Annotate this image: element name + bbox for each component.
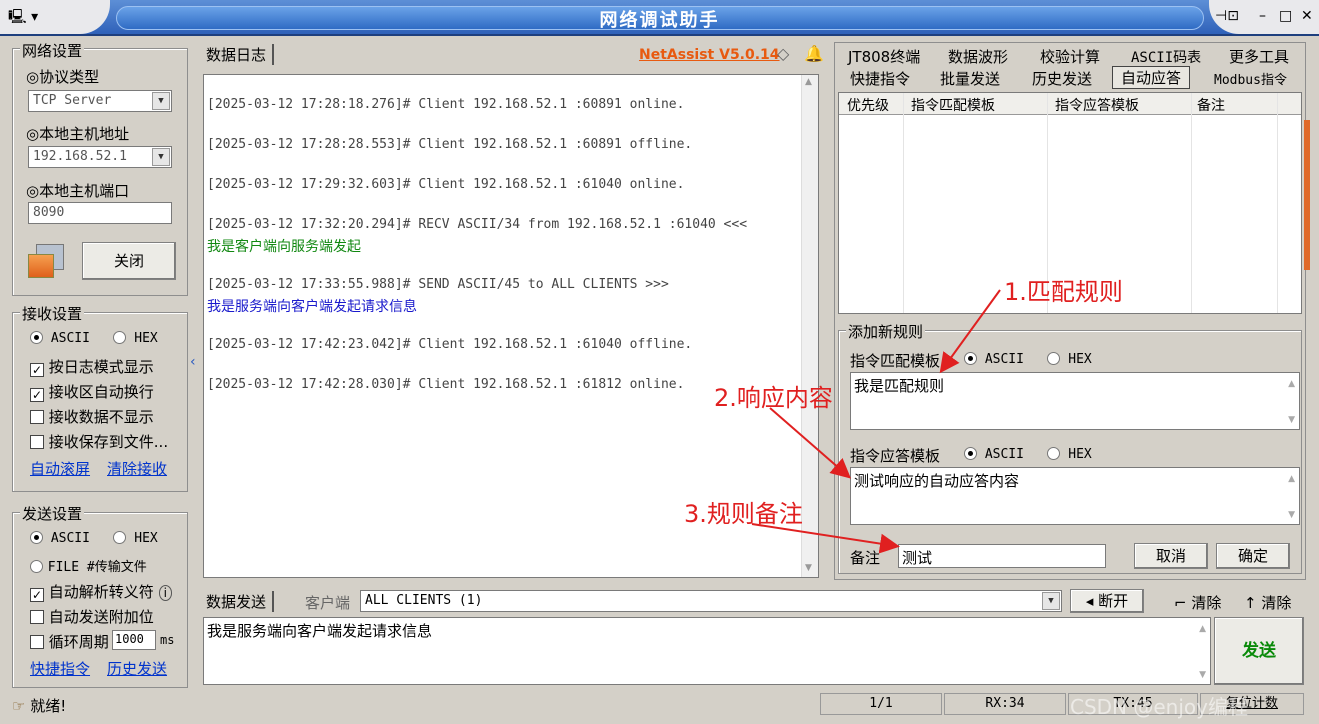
clear-send-button[interactable]: ⌐ 清除 bbox=[1174, 592, 1221, 613]
arrow-to-match bbox=[939, 289, 1001, 374]
send-button[interactable]: 发送 bbox=[1214, 617, 1304, 685]
annotation-rule-remark: 3.规则备注 bbox=[684, 500, 803, 528]
arrow-left-icon: ◂ bbox=[1085, 592, 1094, 610]
clear-up-icon: ↑ bbox=[1244, 594, 1257, 612]
annotation-reply-content: 2.响应内容 bbox=[714, 384, 833, 412]
clear-icon: ⌐ bbox=[1174, 594, 1187, 612]
annotation-match-rule: 1.匹配规则 bbox=[1004, 278, 1123, 306]
arrow-to-reply bbox=[769, 407, 852, 479]
client-label: 客户端 bbox=[305, 594, 351, 612]
scroll-down-icon[interactable]: ▼ bbox=[1199, 670, 1206, 680]
status-page: 1/1 bbox=[820, 693, 942, 715]
tab-data-send[interactable]: 数据发送 bbox=[206, 591, 275, 612]
send-input-value: 我是服务端向客户端发起请求信息 bbox=[207, 622, 433, 640]
chevron-down-icon[interactable]: ▼ bbox=[1042, 592, 1060, 610]
clear-input-label: 清除 bbox=[1261, 594, 1292, 612]
annotation-arrows bbox=[751, 289, 1001, 554]
status-ready: ☞ 就绪! bbox=[12, 695, 66, 716]
status-ready-label: 就绪! bbox=[30, 697, 67, 715]
clear-input-button[interactable]: ↑ 清除 bbox=[1244, 592, 1291, 613]
watermark: CSDN @enjoy编程 bbox=[1070, 695, 1248, 719]
disconnect-button[interactable]: ◂ 断开 bbox=[1070, 589, 1144, 613]
send-input[interactable]: 我是服务端向客户端发起请求信息 ▲ ▼ bbox=[203, 617, 1211, 685]
clear-send-label: 清除 bbox=[1191, 594, 1222, 612]
status-rx: RX:34 bbox=[944, 693, 1066, 715]
disconnect-label: 断开 bbox=[1098, 592, 1129, 610]
client-select[interactable]: ALL CLIENTS (1) ▼ bbox=[360, 590, 1062, 612]
client-value: ALL CLIENTS (1) bbox=[365, 593, 483, 608]
scroll-up-icon[interactable]: ▲ bbox=[1199, 624, 1206, 634]
hand-pointer-icon: ☞ bbox=[12, 697, 26, 715]
